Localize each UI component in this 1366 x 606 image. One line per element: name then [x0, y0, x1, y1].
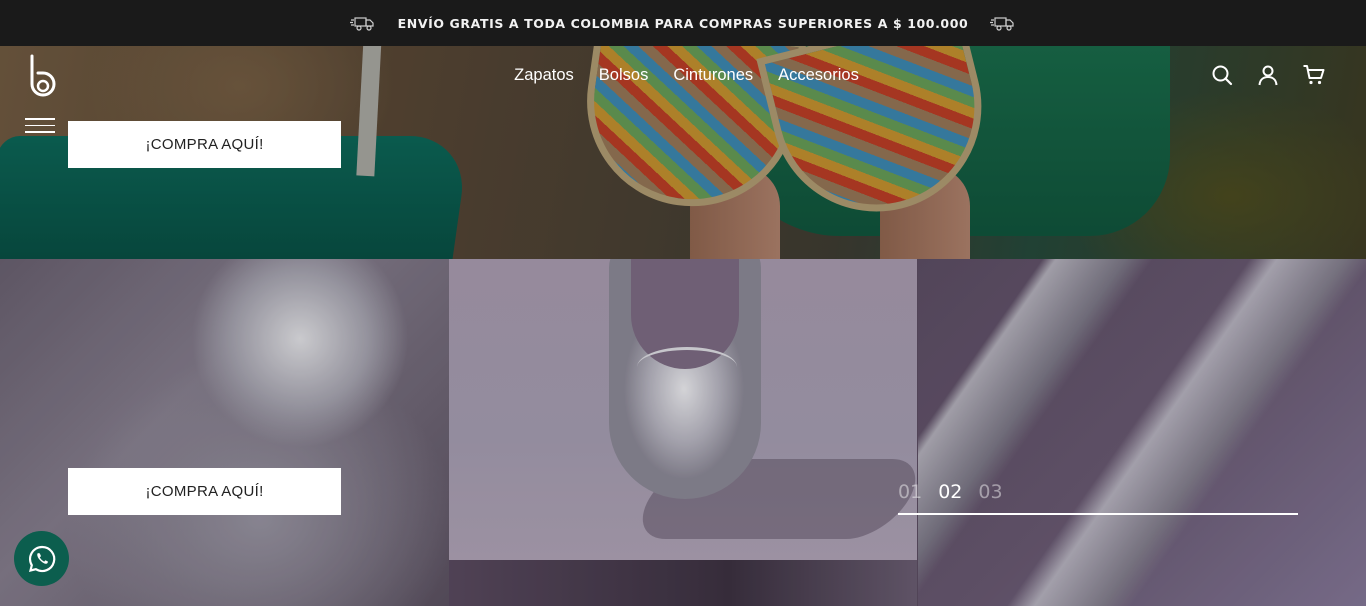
whatsapp-icon — [28, 545, 55, 572]
hero-overlay — [0, 259, 1366, 606]
slider-page-2[interactable]: 02 — [938, 481, 962, 503]
truck-icon — [349, 17, 374, 31]
user-icon[interactable] — [1256, 63, 1280, 87]
announcement-bar: ENVÍO GRATIS A TODA COLOMBIA PARA COMPRA… — [0, 0, 1366, 46]
main-nav: Zapatos Bolsos Cinturones Accesorios — [0, 66, 1366, 85]
hamburger-line — [25, 124, 55, 127]
nav-links: Zapatos Bolsos Cinturones Accesorios — [513, 66, 859, 85]
nav-item-zapatos[interactable]: Zapatos — [513, 66, 574, 85]
nav-item-cinturones[interactable]: Cinturones — [672, 66, 753, 85]
whatsapp-button[interactable] — [14, 531, 69, 586]
hero-image-silver-flats — [0, 259, 1366, 606]
cart-icon[interactable] — [1302, 63, 1326, 87]
shop-now-button-secondary[interactable]: ¡COMPRA AQUÍ! — [68, 468, 341, 515]
truck-icon — [990, 17, 1014, 31]
nav-item-bolsos[interactable]: Bolsos — [598, 66, 649, 85]
slider-pagination: 01 02 03 — [898, 481, 1298, 515]
slider-page-numbers: 01 02 03 — [898, 481, 1298, 503]
hamburger-icon[interactable] — [25, 118, 55, 134]
slider-page-3[interactable]: 03 — [978, 481, 1002, 503]
shop-now-button-primary[interactable]: ¡COMPRA AQUÍ! — [68, 121, 341, 168]
hamburger-line — [25, 118, 55, 120]
slider-page-1[interactable]: 01 — [898, 481, 922, 503]
search-icon[interactable] — [1210, 63, 1234, 87]
slider-progress-line — [898, 513, 1298, 515]
announcement-text: ENVÍO GRATIS A TODA COLOMBIA PARA COMPRA… — [397, 15, 969, 31]
hamburger-line — [25, 131, 55, 133]
nav-item-accesorios[interactable]: Accesorios — [777, 66, 859, 85]
header-icons — [1210, 63, 1326, 87]
